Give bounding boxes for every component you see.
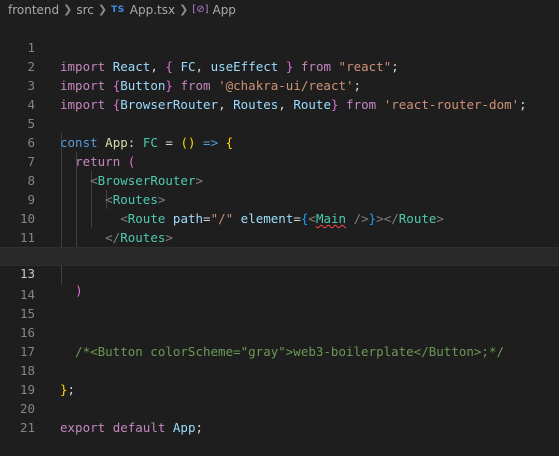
code-line[interactable]: 3 import {BrowserRouter, Routes, Route} … (0, 57, 559, 112)
code-line[interactable]: 5 const App: FC = () => { (0, 95, 559, 150)
breadcrumb-folder-frontend[interactable]: frontend (8, 3, 59, 17)
code-line[interactable]: 2 import {Button} from '@chakra-ui/react… (0, 38, 559, 93)
code-line[interactable]: 9 <Route path="/" element={<Main />}></R… (0, 171, 559, 226)
code-line[interactable]: 11 </BrowserRouter> (0, 209, 559, 264)
breadcrumb-file[interactable]: App.tsx (130, 3, 175, 17)
variable-symbol-icon: [⊘] (192, 4, 209, 15)
breadcrumb: frontend ❯ src ❯ TS App.tsx ❯ [⊘] App (0, 0, 559, 19)
chevron-right-icon: ❯ (97, 3, 108, 16)
code-editor[interactable]: 1 import React, { FC, useEffect } from "… (0, 19, 559, 435)
line-number: 21 (19, 420, 35, 435)
code-text: export default App; (60, 420, 204, 435)
breadcrumb-folder-src[interactable]: src (76, 3, 94, 17)
code-line[interactable]: 17 (0, 323, 559, 359)
code-line[interactable]: 14 (0, 266, 559, 302)
code-line[interactable]: 1 import React, { FC, useEffect } from "… (0, 19, 559, 74)
code-line-current[interactable]: 13 ) (0, 247, 559, 298)
code-line[interactable]: 10 </Routes> (0, 190, 559, 245)
code-line[interactable]: 15 (0, 285, 559, 321)
chevron-right-icon: ❯ (179, 3, 189, 16)
breadcrumb-symbol[interactable]: App (212, 3, 235, 17)
code-line[interactable]: 16 /*<Button colorScheme="gray">web3-boi… (0, 304, 559, 359)
code-line[interactable]: 20 export default App; (0, 380, 559, 435)
code-line[interactable]: 7 <BrowserRouter> (0, 133, 559, 188)
code-line[interactable]: 12 (0, 228, 559, 264)
typescript-file-icon: TS (111, 4, 125, 15)
code-line[interactable]: 8 <Routes> (0, 152, 559, 207)
code-line[interactable]: 18 }; (0, 342, 559, 397)
code-line[interactable]: 4 (0, 76, 559, 112)
chevron-right-icon: ❯ (63, 3, 73, 16)
code-line[interactable]: 21 (0, 399, 559, 435)
code-line[interactable]: 19 (0, 361, 559, 397)
code-line[interactable]: 6 return ( (0, 114, 559, 169)
